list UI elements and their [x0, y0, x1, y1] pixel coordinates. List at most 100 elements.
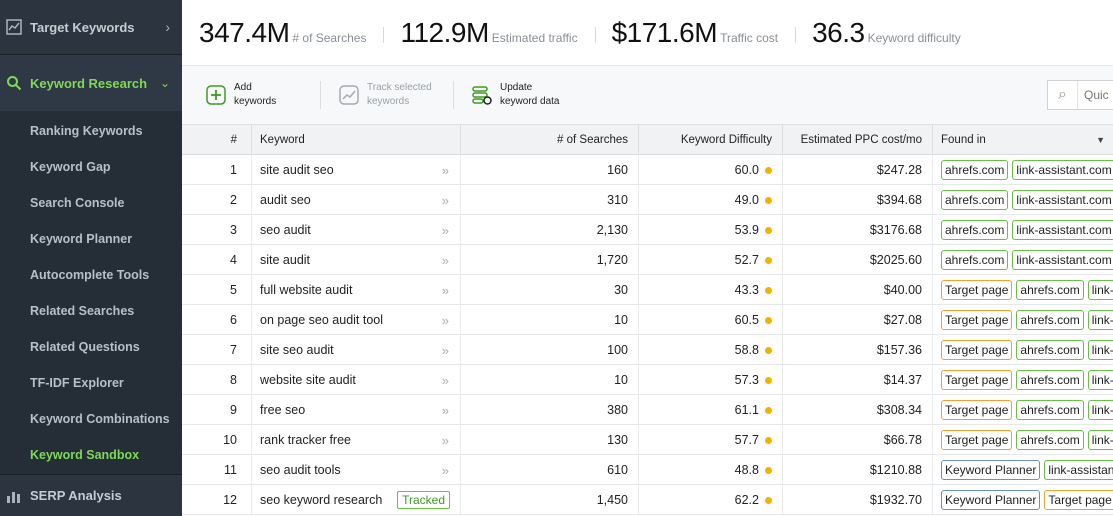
cell-keyword[interactable]: site seo audit »	[252, 335, 461, 365]
table-row[interactable]: 4 site audit» 1,720 52.7 $2025.60 ahrefs.com l…	[182, 245, 1113, 275]
source-tag[interactable]: ahrefs.com	[1016, 430, 1084, 450]
table-row[interactable]: 3 seo audit» 2,130 53.9 $3176.68 ahrefs.com li…	[182, 215, 1113, 245]
col-header-keyword[interactable]: Keyword	[252, 125, 461, 155]
double-chevron-icon[interactable]: »	[442, 463, 449, 478]
cell-keyword[interactable]: seo keyword research Tracked	[252, 485, 461, 515]
cell-searches: 30	[461, 275, 639, 305]
cell-searches: 380	[461, 395, 639, 425]
cell-searches: 130	[461, 425, 639, 455]
source-tag[interactable]: link-assistant.com	[1087, 280, 1113, 300]
cell-keyword[interactable]: seo audit tools »	[252, 455, 461, 485]
source-tag[interactable]: ahrefs.com	[941, 250, 1009, 270]
source-tag[interactable]: link-assistant.com	[1087, 400, 1113, 420]
sidebar-subitem[interactable]: Ranking Keywords	[0, 113, 182, 149]
source-tag[interactable]: ahrefs.com	[1016, 340, 1084, 360]
double-chevron-icon[interactable]: »	[442, 343, 449, 358]
table-row[interactable]: 8 website site audit» 10 57.3 $14.37 Target p…	[182, 365, 1113, 395]
sidebar-subitem[interactable]: TF-IDF Explorer	[0, 365, 182, 401]
nav-serp-analysis[interactable]: SERP Analysis	[0, 474, 182, 516]
sidebar-subitem[interactable]: Search Console	[0, 185, 182, 221]
source-tag[interactable]: ahrefs.com	[941, 160, 1009, 180]
table-row[interactable]: 12 seo keyword research Tracked 1,450 62.2 $1…	[182, 485, 1113, 515]
double-chevron-icon[interactable]: »	[442, 253, 449, 268]
source-tag[interactable]: Target page	[941, 280, 1013, 300]
sidebar-subitem[interactable]: Related Questions	[0, 329, 182, 365]
source-tag[interactable]: Target page	[941, 430, 1013, 450]
source-tag[interactable]: Target page	[941, 400, 1013, 420]
source-tag[interactable]: link-assistant.com	[1012, 220, 1113, 240]
cell-searches: 310	[461, 185, 639, 215]
cell-ppc: $2025.60	[783, 245, 933, 275]
source-tag[interactable]: link-assistant.com	[1087, 370, 1113, 390]
col-header-difficulty[interactable]: Keyword Difficulty	[639, 125, 783, 155]
cell-keyword[interactable]: site audit »	[252, 245, 461, 275]
track-selected-button[interactable]: Track selected keywords	[320, 81, 453, 109]
cell-keyword[interactable]: website site audit »	[252, 365, 461, 395]
source-tag[interactable]: ahrefs.com	[1016, 280, 1084, 300]
source-tag[interactable]: ahrefs.com	[941, 220, 1009, 240]
nav-target-keywords[interactable]: Target Keywords ›	[0, 0, 182, 55]
table-row[interactable]: 6 on page seo audit tool» 10 60.5 $27.08 Targ…	[182, 305, 1113, 335]
source-tag[interactable]: link-assistant.com	[1012, 250, 1113, 270]
sidebar-subitem[interactable]: Keyword Planner	[0, 221, 182, 257]
add-keywords-button[interactable]: Add keywords	[182, 81, 320, 109]
sidebar-subitem[interactable]: Related Searches	[0, 293, 182, 329]
cell-keyword[interactable]: on page seo audit tool »	[252, 305, 461, 335]
col-header-searches[interactable]: # of Searches	[461, 125, 639, 155]
source-tag[interactable]: ahrefs.com	[941, 190, 1009, 210]
source-tag[interactable]: Keyword Planner	[941, 460, 1041, 480]
table-row[interactable]: 1 site audit seo» 160 60.0 $247.28 ahrefs.com…	[182, 155, 1113, 185]
source-tag[interactable]: link-assistant.com	[1044, 460, 1113, 480]
update-keyword-data-button[interactable]: Update keyword data	[453, 81, 586, 109]
col-header-ppc[interactable]: Estimated PPC cost/mo	[783, 125, 933, 155]
sort-down-icon[interactable]: ▼	[1096, 135, 1105, 145]
double-chevron-icon[interactable]: »	[442, 283, 449, 298]
source-tag[interactable]: ahrefs.com	[1016, 310, 1084, 330]
cell-keyword[interactable]: full website audit »	[252, 275, 461, 305]
double-chevron-icon[interactable]: »	[442, 223, 449, 238]
table-row[interactable]: 9 free seo» 380 61.1 $308.34 Target page ahref…	[182, 395, 1113, 425]
cell-keyword[interactable]: rank tracker free »	[252, 425, 461, 455]
source-tag[interactable]: link-assistant.com	[1087, 310, 1113, 330]
table-row[interactable]: 7 site seo audit» 100 58.8 $157.36 Target pag…	[182, 335, 1113, 365]
cell-searches: 10	[461, 365, 639, 395]
cell-keyword[interactable]: free seo »	[252, 395, 461, 425]
source-tag[interactable]: Keyword Planner	[941, 490, 1041, 510]
source-tag[interactable]: Target page	[941, 340, 1013, 360]
sidebar-subitem[interactable]: Autocomplete Tools	[0, 257, 182, 293]
cell-row-number: 2	[182, 185, 252, 215]
double-chevron-icon[interactable]: »	[442, 433, 449, 448]
source-tag[interactable]: Target page	[941, 310, 1013, 330]
quick-filter-search[interactable]: ⌕ Quic	[1047, 80, 1113, 110]
double-chevron-icon[interactable]: »	[442, 373, 449, 388]
col-header-found-in[interactable]: Found in ▼	[933, 125, 1113, 155]
source-tag[interactable]: ahrefs.com	[1016, 400, 1084, 420]
table-row[interactable]: 2 audit seo» 310 49.0 $394.68 ahrefs.com link-…	[182, 185, 1113, 215]
cell-keyword[interactable]: seo audit »	[252, 215, 461, 245]
cell-ppc: $308.34	[783, 395, 933, 425]
cell-keyword[interactable]: site audit seo »	[252, 155, 461, 185]
double-chevron-icon[interactable]: »	[442, 163, 449, 178]
source-tag[interactable]: link-assistant.com	[1012, 190, 1113, 210]
source-tag[interactable]: link-assistant.com	[1012, 160, 1113, 180]
sidebar-subitem[interactable]: Keyword Combinations	[0, 401, 182, 437]
cell-difficulty: 58.8	[639, 335, 783, 365]
table-row[interactable]: 10 rank tracker free» 130 57.7 $66.78 Target …	[182, 425, 1113, 455]
nav-keyword-research[interactable]: Keyword Research ⌄	[0, 55, 182, 111]
source-tag[interactable]: ahrefs.com	[1016, 370, 1084, 390]
double-chevron-icon[interactable]: »	[442, 313, 449, 328]
double-chevron-icon[interactable]: »	[442, 193, 449, 208]
source-tag[interactable]: link-assistant.com	[1087, 340, 1113, 360]
sidebar-subitem[interactable]: Keyword Sandbox	[0, 437, 182, 473]
cell-keyword[interactable]: audit seo »	[252, 185, 461, 215]
source-tag[interactable]: link-assistant.com	[1087, 430, 1113, 450]
search-icon[interactable]: ⌕	[1048, 81, 1078, 109]
cell-searches: 10	[461, 305, 639, 335]
double-chevron-icon[interactable]: »	[442, 403, 449, 418]
sidebar-subitem[interactable]: Keyword Gap	[0, 149, 182, 185]
col-header-num[interactable]: #	[182, 125, 252, 155]
table-row[interactable]: 11 seo audit tools» 610 48.8 $1210.88 Keyword…	[182, 455, 1113, 485]
source-tag[interactable]: Target page	[941, 370, 1013, 390]
source-tag[interactable]: Target page	[1044, 490, 1113, 510]
table-row[interactable]: 5 full website audit» 30 43.3 $40.00 Target p…	[182, 275, 1113, 305]
